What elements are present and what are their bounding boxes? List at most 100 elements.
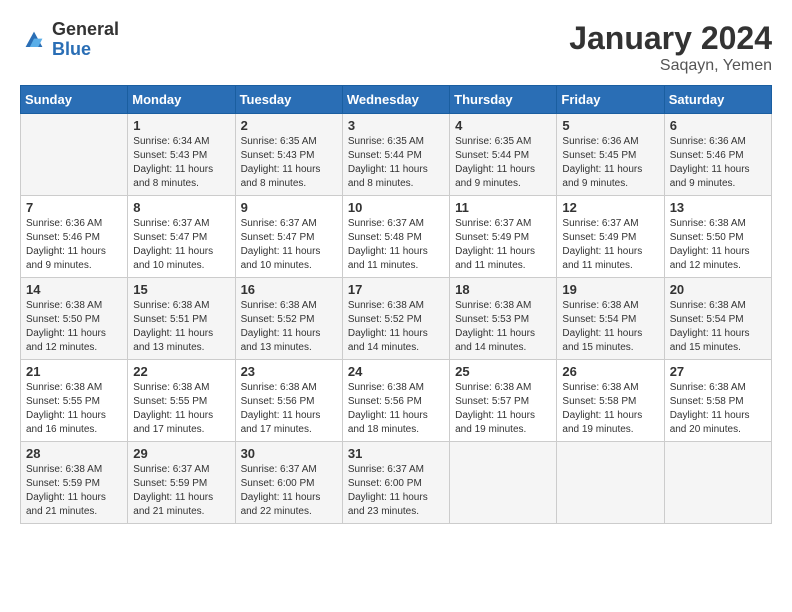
day-info: Sunrise: 6:36 AMSunset: 5:46 PMDaylight:… (670, 135, 766, 191)
day-number: 19 (562, 282, 658, 297)
calendar-cell (557, 442, 664, 524)
calendar-cell: 7 Sunrise: 6:36 AMSunset: 5:46 PMDaylight… (21, 196, 128, 278)
day-info: Sunrise: 6:37 AMSunset: 5:49 PMDaylight:… (455, 217, 551, 273)
day-info: Sunrise: 6:37 AMSunset: 5:48 PMDaylight:… (348, 217, 444, 273)
calendar-cell (664, 442, 771, 524)
day-number: 16 (241, 282, 337, 297)
calendar-cell: 30 Sunrise: 6:37 AMSunset: 6:00 PMDayligh… (235, 442, 342, 524)
weekday-header-friday: Friday (557, 86, 664, 114)
day-number: 17 (348, 282, 444, 297)
day-info: Sunrise: 6:38 AMSunset: 5:58 PMDaylight:… (562, 381, 658, 437)
day-info: Sunrise: 6:38 AMSunset: 5:56 PMDaylight:… (241, 381, 337, 437)
day-info: Sunrise: 6:37 AMSunset: 5:47 PMDaylight:… (133, 217, 229, 273)
calendar-cell: 8 Sunrise: 6:37 AMSunset: 5:47 PMDaylight… (128, 196, 235, 278)
calendar-cell: 13 Sunrise: 6:38 AMSunset: 5:50 PMDayligh… (664, 196, 771, 278)
day-info: Sunrise: 6:37 AMSunset: 5:47 PMDaylight:… (241, 217, 337, 273)
calendar-cell: 20 Sunrise: 6:38 AMSunset: 5:54 PMDayligh… (664, 278, 771, 360)
day-info: Sunrise: 6:38 AMSunset: 5:55 PMDaylight:… (133, 381, 229, 437)
calendar-cell (21, 114, 128, 196)
week-row-1: 1 Sunrise: 6:34 AMSunset: 5:43 PMDaylight… (21, 114, 772, 196)
day-info: Sunrise: 6:37 AMSunset: 6:00 PMDaylight:… (241, 463, 337, 519)
day-number: 28 (26, 446, 122, 461)
page-header: General Blue January 2024 Saqayn, Yemen (20, 20, 772, 75)
day-number: 8 (133, 200, 229, 215)
day-info: Sunrise: 6:38 AMSunset: 5:57 PMDaylight:… (455, 381, 551, 437)
calendar-cell: 1 Sunrise: 6:34 AMSunset: 5:43 PMDaylight… (128, 114, 235, 196)
day-number: 15 (133, 282, 229, 297)
calendar-cell: 5Sunrise: 6:36 AMSunset: 5:45 PMDaylight… (557, 114, 664, 196)
day-info: Sunrise: 6:38 AMSunset: 5:50 PMDaylight:… (670, 217, 766, 273)
day-info: Sunrise: 6:36 AMSunset: 5:46 PMDaylight:… (26, 217, 122, 273)
location: Saqayn, Yemen (569, 57, 772, 75)
day-number: 2 (241, 118, 337, 133)
weekday-header-monday: Monday (128, 86, 235, 114)
day-number: 22 (133, 364, 229, 379)
calendar-cell: 18 Sunrise: 6:38 AMSunset: 5:53 PMDayligh… (450, 278, 557, 360)
calendar-cell: 28 Sunrise: 6:38 AMSunset: 5:59 PMDayligh… (21, 442, 128, 524)
day-number: 27 (670, 364, 766, 379)
calendar-cell: 17Sunrise: 6:38 AMSunset: 5:52 PMDayligh… (342, 278, 449, 360)
calendar-cell: 25 Sunrise: 6:38 AMSunset: 5:57 PMDayligh… (450, 360, 557, 442)
day-number: 31 (348, 446, 444, 461)
weekday-header-tuesday: Tuesday (235, 86, 342, 114)
day-info: Sunrise: 6:37 AMSunset: 5:59 PMDaylight:… (133, 463, 229, 519)
calendar-cell: 2 Sunrise: 6:35 AMSunset: 5:43 PMDaylight… (235, 114, 342, 196)
calendar-cell: 21 Sunrise: 6:38 AMSunset: 5:55 PMDayligh… (21, 360, 128, 442)
day-number: 14 (26, 282, 122, 297)
weekday-header-thursday: Thursday (450, 86, 557, 114)
month-title: January 2024 (569, 20, 772, 57)
day-info: Sunrise: 6:35 AMSunset: 5:44 PMDaylight:… (348, 135, 444, 191)
day-number: 4 (455, 118, 551, 133)
day-info: Sunrise: 6:38 AMSunset: 5:54 PMDaylight:… (670, 299, 766, 355)
calendar-cell: 10 Sunrise: 6:37 AMSunset: 5:48 PMDayligh… (342, 196, 449, 278)
day-number: 26 (562, 364, 658, 379)
calendar-cell: 23Sunrise: 6:38 AMSunset: 5:56 PMDayligh… (235, 360, 342, 442)
day-info: Sunrise: 6:38 AMSunset: 5:51 PMDaylight:… (133, 299, 229, 355)
calendar-cell: 27 Sunrise: 6:38 AMSunset: 5:58 PMDayligh… (664, 360, 771, 442)
day-number: 5 (562, 118, 658, 133)
day-info: Sunrise: 6:38 AMSunset: 5:55 PMDaylight:… (26, 381, 122, 437)
day-number: 6 (670, 118, 766, 133)
day-number: 10 (348, 200, 444, 215)
week-row-4: 21 Sunrise: 6:38 AMSunset: 5:55 PMDayligh… (21, 360, 772, 442)
day-number: 25 (455, 364, 551, 379)
day-info: Sunrise: 6:38 AMSunset: 5:53 PMDaylight:… (455, 299, 551, 355)
day-number: 30 (241, 446, 337, 461)
day-number: 21 (26, 364, 122, 379)
week-row-5: 28 Sunrise: 6:38 AMSunset: 5:59 PMDayligh… (21, 442, 772, 524)
day-number: 13 (670, 200, 766, 215)
day-number: 29 (133, 446, 229, 461)
day-number: 20 (670, 282, 766, 297)
day-info: Sunrise: 6:38 AMSunset: 5:50 PMDaylight:… (26, 299, 122, 355)
calendar-cell: 3 Sunrise: 6:35 AMSunset: 5:44 PMDaylight… (342, 114, 449, 196)
logo-icon (20, 26, 48, 54)
calendar-table: SundayMondayTuesdayWednesdayThursdayFrid… (20, 85, 772, 524)
day-info: Sunrise: 6:35 AMSunset: 5:43 PMDaylight:… (241, 135, 337, 191)
calendar-cell: 6 Sunrise: 6:36 AMSunset: 5:46 PMDaylight… (664, 114, 771, 196)
calendar-cell: 19Sunrise: 6:38 AMSunset: 5:54 PMDayligh… (557, 278, 664, 360)
day-number: 18 (455, 282, 551, 297)
calendar-cell: 14 Sunrise: 6:38 AMSunset: 5:50 PMDayligh… (21, 278, 128, 360)
weekday-header-sunday: Sunday (21, 86, 128, 114)
day-number: 24 (348, 364, 444, 379)
logo-text: General Blue (52, 20, 119, 60)
day-number: 1 (133, 118, 229, 133)
day-info: Sunrise: 6:34 AMSunset: 5:43 PMDaylight:… (133, 135, 229, 191)
calendar-cell: 9Sunrise: 6:37 AMSunset: 5:47 PMDaylight… (235, 196, 342, 278)
day-number: 7 (26, 200, 122, 215)
week-row-3: 14 Sunrise: 6:38 AMSunset: 5:50 PMDayligh… (21, 278, 772, 360)
calendar-cell: 12Sunrise: 6:37 AMSunset: 5:49 PMDayligh… (557, 196, 664, 278)
week-row-2: 7 Sunrise: 6:36 AMSunset: 5:46 PMDaylight… (21, 196, 772, 278)
logo-blue-text: Blue (52, 40, 119, 60)
day-info: Sunrise: 6:37 AMSunset: 6:00 PMDaylight:… (348, 463, 444, 519)
weekday-header-saturday: Saturday (664, 86, 771, 114)
calendar-cell: 31 Sunrise: 6:37 AMSunset: 6:00 PMDayligh… (342, 442, 449, 524)
calendar-cell: 26 Sunrise: 6:38 AMSunset: 5:58 PMDayligh… (557, 360, 664, 442)
day-info: Sunrise: 6:38 AMSunset: 5:56 PMDaylight:… (348, 381, 444, 437)
calendar-cell (450, 442, 557, 524)
day-info: Sunrise: 6:38 AMSunset: 5:52 PMDaylight:… (241, 299, 337, 355)
calendar-cell: 16 Sunrise: 6:38 AMSunset: 5:52 PMDayligh… (235, 278, 342, 360)
day-info: Sunrise: 6:38 AMSunset: 5:59 PMDaylight:… (26, 463, 122, 519)
day-info: Sunrise: 6:38 AMSunset: 5:58 PMDaylight:… (670, 381, 766, 437)
day-number: 3 (348, 118, 444, 133)
